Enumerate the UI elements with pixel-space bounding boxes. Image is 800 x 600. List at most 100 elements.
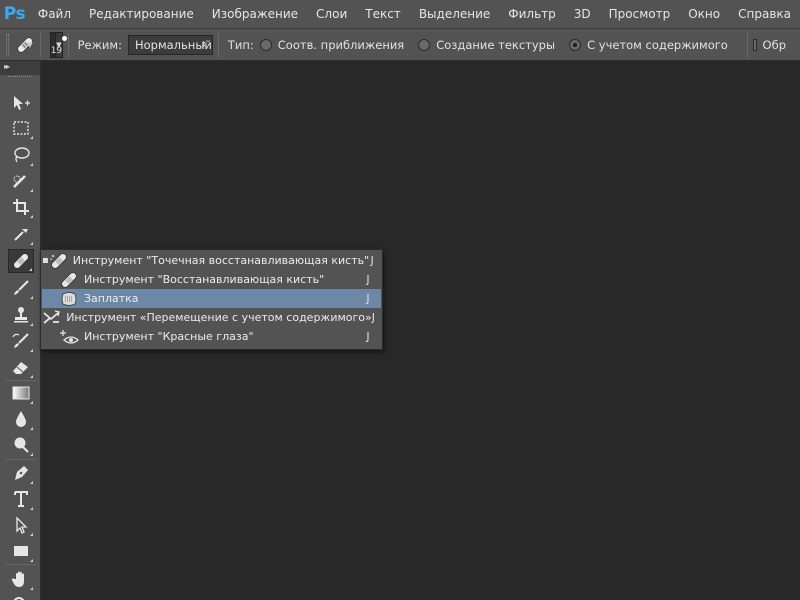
clone-stamp-tool[interactable] [8, 303, 34, 327]
flyout-item-label: Инструмент "Восстанавливающая кисть" [84, 273, 325, 286]
flyout-item-label: Инструмент "Красные глаза" [84, 330, 254, 343]
pen-tool[interactable] [8, 461, 34, 485]
selected-bullet: ▪ [42, 255, 49, 266]
move-tool[interactable] [8, 91, 34, 115]
eraser-tool[interactable] [8, 355, 34, 379]
flyout-item-patch[interactable]: Заплатка J [42, 289, 381, 308]
eyedropper-tool[interactable] [8, 222, 34, 246]
path-selection-tool[interactable] [8, 513, 34, 537]
rectangular-marquee-icon [13, 121, 29, 135]
rectangle-shape-icon [14, 546, 28, 556]
menu-3d[interactable]: 3D [565, 0, 600, 29]
pen-icon [15, 466, 28, 480]
toolbox-header[interactable]: ▸▸ [0, 61, 40, 75]
spot-healing-tool[interactable] [8, 249, 34, 273]
radio-circle [259, 38, 272, 51]
flyout-item-spot-healing-brush[interactable]: ▪ Инструмент "Точечная восстанавливающая… [42, 251, 381, 270]
flyout-item-healing-brush[interactable]: Инструмент "Восстанавливающая кисть" J [42, 270, 381, 289]
brush-tool[interactable] [8, 276, 34, 300]
flyout-item-content-aware-move[interactable]: Инструмент «Перемещение с учетом содержи… [42, 308, 381, 327]
shortcut-key: J [366, 292, 370, 305]
red-eye-icon [58, 327, 80, 346]
shortcut-key: J [370, 254, 374, 267]
mode-label: Режим: [77, 37, 122, 52]
flyout-item-red-eye[interactable]: Инструмент "Красные глаза" J [42, 327, 381, 346]
menu-window[interactable]: Окно [679, 0, 729, 29]
shortcut-key: J [366, 330, 370, 343]
content-aware-move-icon [42, 308, 62, 327]
shortcut-key: J [366, 273, 370, 286]
radio-circle [418, 38, 431, 51]
hand-tool[interactable] [8, 567, 34, 591]
menu-image[interactable]: Изображение [203, 0, 307, 29]
radio-circle-selected [569, 38, 582, 51]
brush-size-value: 19 [51, 46, 62, 56]
eraser-icon [13, 362, 28, 374]
zoom-tool[interactable] [8, 593, 34, 600]
chevron-down-icon: ▼ [27, 40, 33, 49]
history-brush-icon [12, 333, 29, 348]
menu-edit[interactable]: Редактирование [80, 0, 203, 29]
radio-label: Создание текстуры [436, 37, 556, 52]
brush-icon [14, 280, 29, 295]
radio-label: Соотв. приближения [277, 37, 405, 52]
menu-filter[interactable]: Фильтр [499, 0, 564, 29]
radio-content-aware[interactable]: С учетом содержимого [569, 38, 728, 52]
tool-preset-picker[interactable]: ▼ [15, 32, 35, 58]
dodge-tool[interactable] [8, 433, 34, 457]
menu-help[interactable]: Справка [729, 0, 800, 29]
collapse-icon[interactable]: ▸▸ [4, 62, 10, 71]
quick-selection-tool[interactable] [8, 169, 34, 193]
toolbox-separator [6, 564, 36, 565]
crop-tool[interactable] [8, 195, 34, 219]
quick-selection-icon [13, 175, 26, 188]
zoom-icon [13, 597, 25, 600]
shape-tool[interactable] [8, 539, 34, 563]
checkbox-label: Обр [762, 37, 786, 52]
sample-all-layers-checkbox[interactable] [752, 38, 757, 51]
radio-create-texture[interactable]: Создание текстуры [418, 38, 555, 52]
options-bar-grip[interactable] [6, 33, 9, 56]
menu-select[interactable]: Выделение [410, 0, 499, 29]
mode-select[interactable]: Нормальный ⬍ [127, 34, 213, 55]
toolbox: ▸▸ [0, 61, 41, 600]
options-bar: ▼ 19 ▼ Режим: Нормальный ⬍ Тип: Соотв. п… [0, 29, 800, 61]
flyout-item-label: Инструмент "Точечная восстанавливающая к… [72, 254, 370, 267]
shortcut-key: J [371, 311, 375, 324]
gradient-icon [12, 386, 30, 400]
radio-label: С учетом содержимого [587, 37, 728, 52]
separator [67, 32, 69, 57]
stamp-icon [14, 307, 28, 323]
brush-size-preview[interactable]: 19 [49, 31, 67, 58]
spot-healing-brush-icon [49, 251, 69, 270]
gradient-tool[interactable] [8, 381, 34, 405]
menu-bar: Ps Файл Редактирование Изображение Слои … [0, 0, 800, 29]
menu-file[interactable]: Файл [29, 0, 80, 29]
separator [746, 32, 748, 57]
lasso-tool[interactable] [8, 143, 34, 167]
healing-brush-icon [58, 270, 80, 289]
crop-icon [13, 199, 29, 215]
move-icon [14, 96, 30, 110]
menu-type[interactable]: Текст [356, 0, 410, 29]
menu-layers[interactable]: Слои [307, 0, 356, 29]
history-brush-tool[interactable] [8, 329, 34, 353]
separator [217, 32, 219, 57]
toolbox-grip[interactable] [8, 76, 32, 82]
brush-dot-icon [61, 35, 67, 41]
updown-icon: ⬍ [200, 39, 207, 49]
menu-view[interactable]: Просмотр [600, 0, 680, 29]
separator [39, 32, 41, 57]
patch-icon [58, 289, 80, 308]
type-icon [14, 491, 28, 507]
marquee-tool[interactable] [8, 116, 34, 140]
dodge-icon [14, 437, 29, 453]
blur-tool[interactable] [8, 407, 34, 431]
type-label: Тип: [227, 37, 254, 52]
radio-proximity-match[interactable]: Соотв. приближения [259, 37, 405, 52]
type-tool[interactable] [8, 487, 34, 511]
drop-icon [16, 411, 26, 427]
flyout-item-label: Заплатка [84, 292, 139, 305]
toolbox-separator [6, 459, 36, 460]
eyedropper-icon [14, 229, 28, 241]
